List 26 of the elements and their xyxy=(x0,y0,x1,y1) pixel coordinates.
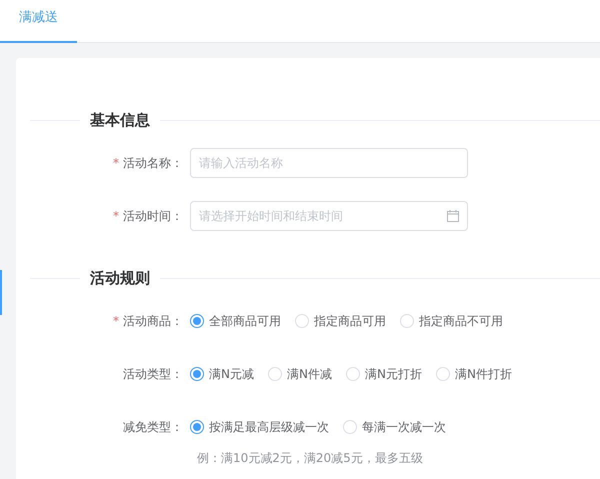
radio-label[interactable]: 按满足最高层级减一次 xyxy=(209,418,329,436)
radio-button[interactable] xyxy=(190,314,204,328)
radio-label[interactable]: 满N元打折 xyxy=(364,365,422,383)
required-mark: * xyxy=(113,210,119,222)
radio-label[interactable]: 指定商品可用 xyxy=(314,312,386,330)
required-mark: * xyxy=(113,157,119,169)
date-range-field[interactable]: 请选择开始时间和结束时间 xyxy=(190,201,468,231)
radio-label[interactable]: 满N件打折 xyxy=(454,365,512,383)
field-label: 减免类型： xyxy=(123,419,183,436)
field-label: 活动商品： xyxy=(123,313,183,330)
section-title: 活动规则 xyxy=(90,268,150,289)
radio-button[interactable] xyxy=(190,367,204,381)
radio-label[interactable]: 满N元减 xyxy=(209,365,254,383)
radio-label[interactable]: 指定商品不可用 xyxy=(419,312,503,330)
radio-label[interactable]: 满N件减 xyxy=(286,365,332,383)
section-title: 基本信息 xyxy=(90,110,150,131)
field-label: 活动类型： xyxy=(123,366,183,383)
required-mark: * xyxy=(113,315,119,327)
radio-label[interactable]: 全部商品可用 xyxy=(209,312,281,330)
field-label: 活动名称： xyxy=(123,155,183,172)
field-label: 活动时间： xyxy=(123,208,183,225)
radio-label[interactable]: 每满一次减一次 xyxy=(362,418,446,436)
scroll-indicator xyxy=(0,270,2,315)
radio-button[interactable] xyxy=(190,420,204,434)
input-field[interactable]: 请输入活动名称 xyxy=(190,148,468,178)
hint-text: 例：满10元减2元，满20减5元，最多五级 xyxy=(197,450,424,465)
